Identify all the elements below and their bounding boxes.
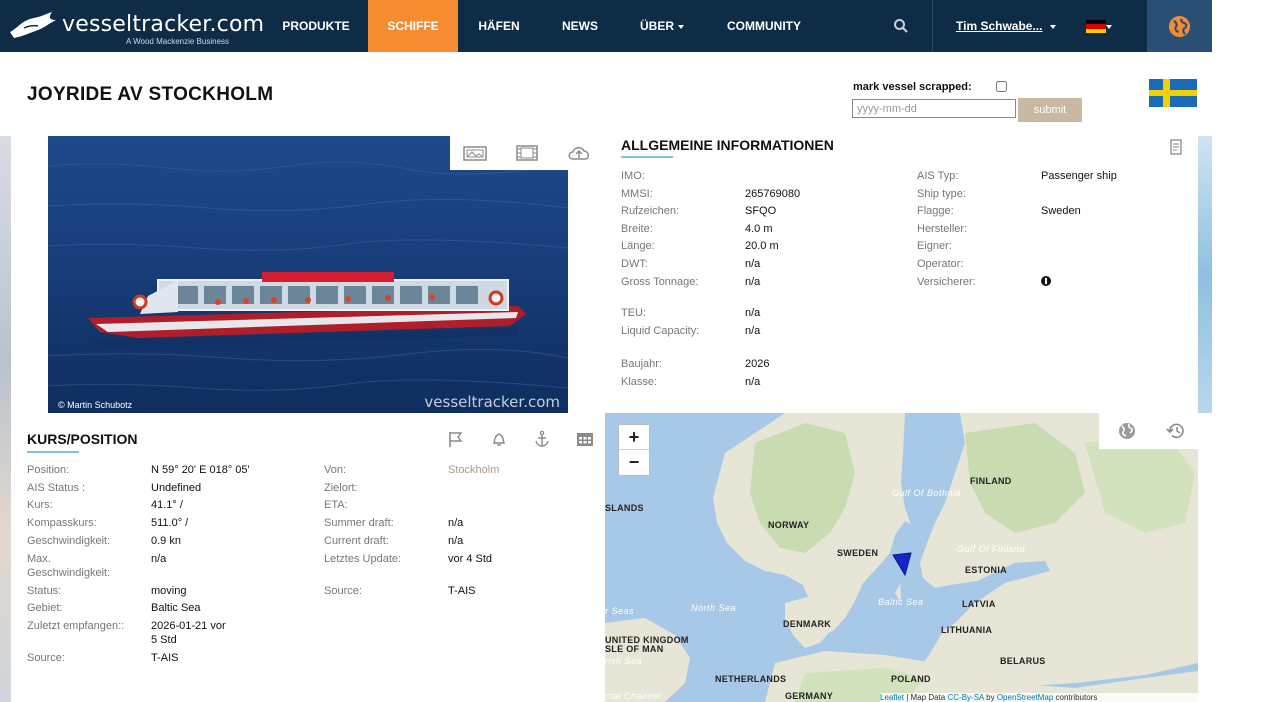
nav-divider <box>932 0 933 52</box>
kurs-heading: KURS/POSITION <box>27 431 138 447</box>
nav-community[interactable]: COMMUNITY <box>712 0 816 52</box>
nav-ueber[interactable]: ÜBER <box>630 0 694 52</box>
map-label-denmark: DENMARK <box>783 619 832 629</box>
map-label-seas: r Seas <box>605 606 635 616</box>
map-label-north-sea: North Sea <box>691 603 737 613</box>
globe-button[interactable] <box>1147 0 1212 52</box>
flag-sweden-icon <box>1149 79 1197 107</box>
upload-cloud-icon[interactable] <box>566 144 592 162</box>
scrap-checkbox[interactable] <box>996 81 1007 92</box>
vessel-marker-icon[interactable] <box>891 551 915 577</box>
nav-schiffe[interactable]: SCHIFFE <box>368 0 458 52</box>
map-label-lithuania: LITHUANIA <box>941 625 993 635</box>
leaflet-link[interactable]: Leaflet <box>880 693 904 702</box>
scrap-date-input[interactable] <box>852 99 1016 118</box>
map-label-gulf-finland: Gulf Of Finland <box>957 544 1026 554</box>
background-strip-left <box>0 136 11 702</box>
map-label-channel: ctal Channel <box>605 691 662 701</box>
photo-watermark: vesseltracker.com <box>424 393 560 411</box>
osm-link[interactable]: OpenStreetMap <box>997 693 1053 702</box>
map-label-baltic-sea: Baltic Sea <box>878 597 924 607</box>
logo-subtitle: A Wood Mackenzie Business <box>126 37 230 46</box>
chevron-down-icon <box>1050 24 1057 29</box>
logo-bird-icon <box>10 12 56 38</box>
anchor-icon[interactable] <box>532 430 552 448</box>
map-label-poland: POLAND <box>891 674 931 684</box>
submit-button[interactable]: submit <box>1018 98 1082 122</box>
language-flag-de-icon[interactable] <box>1086 20 1106 33</box>
vessel-photo[interactable]: © Martin Schubotz vesseltracker.com <box>48 136 568 413</box>
globe-icon <box>1168 15 1191 38</box>
background-strip-right <box>1198 136 1212 413</box>
chevron-down-icon <box>678 24 684 29</box>
map-label-gulf-bothnia: Gulf Of Bothnia <box>892 488 962 498</box>
media-tabs <box>450 136 605 170</box>
map-tabs <box>1099 413 1198 449</box>
map-label-islands: SLANDS <box>605 503 644 513</box>
history-icon[interactable] <box>1166 422 1186 440</box>
calendar-icon[interactable] <box>575 430 595 448</box>
vessel-map[interactable]: FINLAND Gulf Of Bothnia SLANDS NORWAY SW… <box>605 413 1198 702</box>
map-label-estonia: ESTONIA <box>965 565 1007 575</box>
zoom-in-button[interactable]: + <box>619 425 649 450</box>
bell-icon[interactable] <box>489 430 509 448</box>
map-label-germany: GERMANY <box>785 691 834 701</box>
logo-name: vesseltracker.com <box>62 12 265 37</box>
vessel-name: JOYRIDE AV STOCKHOLM <box>27 84 274 105</box>
user-menu[interactable]: Tim Schwabe... <box>956 0 1057 52</box>
map-label-belarus: BELARUS <box>1000 656 1046 666</box>
video-icon[interactable] <box>514 144 540 162</box>
flag-icon[interactable] <box>446 430 466 448</box>
info-heading: ALLGEMEINE INFORMATIONEN <box>621 137 834 153</box>
from-port-link[interactable]: Stockholm <box>448 463 499 477</box>
chevron-down-icon <box>1106 25 1112 29</box>
logo[interactable]: vesseltracker.com A Wood Mackenzie Busin… <box>8 8 264 48</box>
info-icon[interactable] <box>1041 276 1051 286</box>
photo-credit: © Martin Schubotz <box>58 400 133 410</box>
map-attribution: Leaflet | Map Data CC-By-SA by OpenStree… <box>880 693 1198 702</box>
top-navbar: vesseltracker.com A Wood Mackenzie Busin… <box>0 0 1212 52</box>
scrap-label: mark vessel scrapped: <box>853 81 972 93</box>
map-label-irish-sea: rish Sea <box>605 656 643 666</box>
nav-produkte[interactable]: PRODUKTE <box>270 0 362 52</box>
map-label-finland: FINLAND <box>970 476 1012 486</box>
map-label-isle-of-man: SLE OF MAN <box>605 644 664 654</box>
map-label-norway: NORWAY <box>768 520 810 530</box>
nav-news[interactable]: NEWS <box>548 0 612 52</box>
photo-gallery-icon[interactable] <box>462 144 488 162</box>
map-label-netherlands: NETHERLANDS <box>715 674 787 684</box>
nav-haefen[interactable]: HÄFEN <box>464 0 534 52</box>
vessel-photo-image <box>48 136 568 413</box>
globe-icon[interactable] <box>1117 422 1137 440</box>
license-link[interactable]: CC-By-SA <box>947 693 983 702</box>
document-icon[interactable] <box>1168 139 1184 155</box>
map-label-latvia: LATVIA <box>962 599 996 609</box>
map-label-sweden: SWEDEN <box>837 548 879 558</box>
heading-underline <box>27 451 79 453</box>
search-icon[interactable] <box>893 18 909 34</box>
heading-underline <box>621 156 673 158</box>
zoom-out-button[interactable]: − <box>619 450 649 475</box>
map-zoom-control: + − <box>618 424 650 476</box>
